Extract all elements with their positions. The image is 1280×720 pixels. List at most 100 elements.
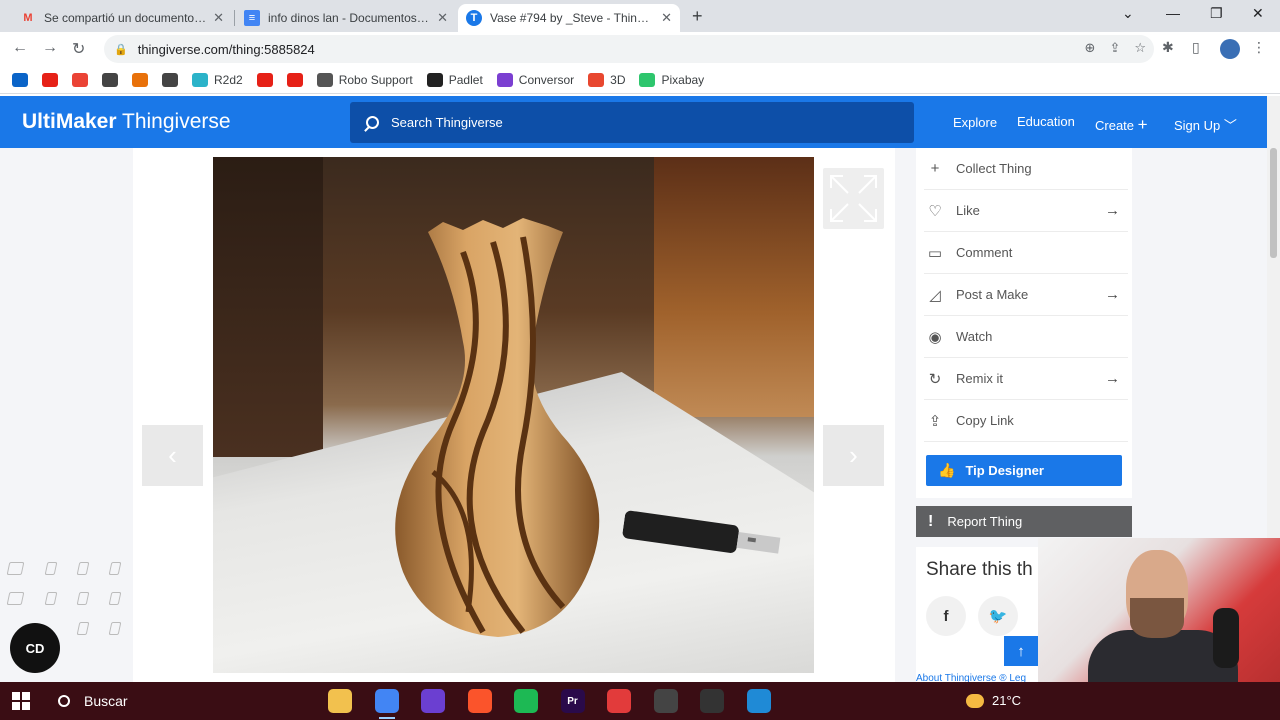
nav-education[interactable]: Education xyxy=(1017,114,1075,129)
chrome-icon[interactable] xyxy=(374,689,399,719)
profile-avatar[interactable] xyxy=(1220,39,1240,59)
outlook-icon xyxy=(12,72,28,87)
bookmark-item[interactable]: Padlet xyxy=(426,72,483,87)
conversor-icon xyxy=(496,72,513,87)
browser-tab-docs[interactable]: ≡ info dinos lan - Documentos de ✕ xyxy=(236,4,456,32)
bookmark-item[interactable]: Pixabay xyxy=(639,72,705,87)
minimize-icon[interactable]: — xyxy=(1166,5,1180,21)
pixabay-icon xyxy=(639,72,656,87)
taskbar-search-label: Buscar xyxy=(84,693,128,709)
nav-signup[interactable]: Sign Up ﹀ xyxy=(1174,115,1237,134)
brand-logo[interactable]: UltiMaker Thingiverse xyxy=(22,110,231,134)
bookmark-item[interactable]: 3D xyxy=(588,72,625,87)
bookmark-item[interactable] xyxy=(12,72,28,87)
previous-image-button[interactable]: ‹ xyxy=(142,425,203,486)
browser-tab-thingiverse[interactable]: T Vase #794 by _Steve - Thingivers ✕ xyxy=(458,4,680,32)
camtasia-icon[interactable] xyxy=(607,689,631,713)
next-image-button[interactable]: › xyxy=(823,425,884,486)
menu-icon[interactable]: ⋮ xyxy=(1252,39,1266,56)
inkscape-icon[interactable] xyxy=(700,689,724,713)
bookmark-item[interactable] xyxy=(132,72,148,87)
plus-icon: + xyxy=(930,160,940,177)
thingiverse-icon: T xyxy=(466,10,482,26)
arrow-right-icon[interactable]: → xyxy=(1105,286,1120,303)
nav-create-label: Create xyxy=(1095,118,1135,133)
eye-icon: ◉ xyxy=(928,328,942,346)
close-icon[interactable]: ✕ xyxy=(437,10,448,26)
close-icon[interactable]: ✕ xyxy=(661,10,672,26)
thing-photo[interactable] xyxy=(213,157,814,673)
premiere-icon[interactable]: Pr xyxy=(560,689,585,713)
obs-icon[interactable] xyxy=(653,689,678,713)
action-remix-it[interactable]: ↻ Remix it → xyxy=(924,358,1128,400)
bookmark-item[interactable] xyxy=(286,72,303,87)
new-tab-button[interactable]: + xyxy=(692,6,703,27)
action-watch[interactable]: ◉ Watch xyxy=(924,316,1128,358)
spotify-icon[interactable] xyxy=(514,689,538,713)
back-to-top-button[interactable]: ↑ xyxy=(1004,636,1038,666)
nav-create[interactable]: Create + xyxy=(1095,115,1148,135)
bookmark-item[interactable] xyxy=(102,72,118,87)
bookmark-label: Robo Support xyxy=(338,72,413,87)
fullscreen-button[interactable] xyxy=(823,168,884,229)
windows-start-button[interactable] xyxy=(12,692,30,710)
address-bar[interactable]: 🔒 thingiverse.com/thing:5885824 ⊕ ⇪ ☆ xyxy=(104,35,1154,63)
arrow-right-icon[interactable]: → xyxy=(1105,202,1120,219)
app-bars-icon[interactable] xyxy=(421,689,445,713)
tab-search-icon[interactable]: ⌄ xyxy=(1122,5,1134,22)
arrow-up-icon: ↑ xyxy=(1017,642,1025,660)
close-icon[interactable]: ✕ xyxy=(213,10,224,26)
bookmark-item[interactable]: R2d2 xyxy=(192,72,243,87)
bookmark-item[interactable] xyxy=(162,72,178,87)
window-close-icon[interactable]: ✕ xyxy=(1252,5,1264,22)
tab-title: Se compartió un documento con xyxy=(44,11,208,25)
share-page-icon[interactable]: ⇪ xyxy=(1109,40,1120,56)
browser-tab-strip: M Se compartió un documento con ✕ ≡ info… xyxy=(0,0,1280,32)
facebook-share-button[interactable]: f xyxy=(926,596,966,636)
weather-icon xyxy=(966,693,984,708)
back-icon[interactable]: ← xyxy=(12,39,28,57)
bookmark-item[interactable]: Conversor xyxy=(496,72,575,87)
taskbar-search[interactable]: Buscar xyxy=(46,682,246,720)
arrow-right-icon[interactable]: → xyxy=(1105,370,1120,387)
restore-icon[interactable]: ❐ xyxy=(1210,5,1223,22)
bookmark-star-icon[interactable]: ☆ xyxy=(1134,40,1146,56)
weather-widget[interactable]: 21°C xyxy=(966,693,1021,708)
bookmark-item[interactable]: Robo Support xyxy=(316,72,413,87)
bookmark-item[interactable] xyxy=(256,72,273,87)
bookmark-item[interactable] xyxy=(42,72,58,87)
action-like[interactable]: ♡ Like → xyxy=(924,190,1128,232)
side-panel-icon[interactable]: ▯ xyxy=(1192,39,1200,56)
bookmark-item[interactable] xyxy=(72,72,88,87)
search-placeholder: Search Thingiverse xyxy=(391,115,503,130)
exclamation-icon: ! xyxy=(928,512,934,530)
globe-icon xyxy=(102,72,118,87)
action-copy-link[interactable]: ⇪ Copy Link xyxy=(924,400,1128,442)
edge-icon[interactable] xyxy=(746,689,771,713)
reload-icon[interactable]: ↻ xyxy=(72,39,85,59)
vase-image xyxy=(395,218,600,637)
folder-icon[interactable] xyxy=(328,689,352,713)
browser-tab-gmail[interactable]: M Se compartió un documento con ✕ xyxy=(12,4,232,32)
extensions-icon[interactable]: ✱ xyxy=(1162,39,1174,56)
forward-icon[interactable]: → xyxy=(42,39,58,57)
action-label: Post a Make xyxy=(956,287,1029,302)
zoom-icon[interactable]: ⊕ xyxy=(1085,40,1096,56)
youtube-icon xyxy=(286,72,303,87)
search-input[interactable]: Search Thingiverse xyxy=(350,102,914,143)
nav-explore[interactable]: Explore xyxy=(953,115,997,130)
thing-actions-panel: + Collect Thing ♡ Like → ▭ Comment ◿ Post a Make… xyxy=(916,148,1132,498)
twitter-share-button[interactable]: 🐦 xyxy=(978,596,1018,636)
action-collect-thing[interactable]: + Collect Thing xyxy=(924,148,1128,190)
action-label: Like xyxy=(956,203,980,218)
bookmark-label: Pixabay xyxy=(661,72,705,87)
youtube-icon xyxy=(256,72,273,87)
action-comment[interactable]: ▭ Comment xyxy=(924,232,1128,274)
tip-designer-button[interactable]: 👍 Tip Designer xyxy=(926,455,1122,486)
action-post-a-make[interactable]: ◿ Post a Make → xyxy=(924,274,1128,316)
report-thing-button[interactable]: ! Report Thing xyxy=(916,506,1132,537)
bookmark-label: Conversor xyxy=(518,72,575,87)
twitter-icon: 🐦 xyxy=(988,608,1008,625)
brave-icon[interactable] xyxy=(467,689,492,713)
chevron-left-icon: ‹ xyxy=(168,440,177,470)
